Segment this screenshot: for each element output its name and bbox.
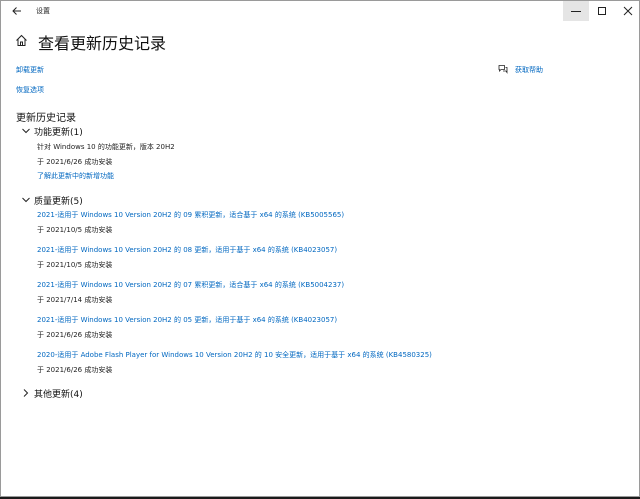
uninstall-updates-link[interactable]: 卸载更新 — [16, 65, 44, 75]
feature-update-status: 于 2021/6/26 成功安装 — [37, 158, 113, 166]
minimize-button[interactable] — [563, 1, 589, 21]
title-bar: 设置 — [1, 1, 639, 23]
quality-update-status: 于 2021/10/5 成功安装 — [37, 261, 113, 269]
quality-update-status: 于 2021/10/5 成功安装 — [37, 226, 113, 234]
maximize-button[interactable] — [589, 1, 615, 21]
maximize-icon — [598, 7, 606, 15]
minimize-icon — [571, 11, 581, 12]
other-updates-label: 其他更新(4) — [34, 390, 83, 400]
get-help-link[interactable]: 获取帮助 — [515, 65, 543, 75]
back-button[interactable] — [9, 3, 25, 19]
quality-update-link[interactable]: 2020-适用于 Adobe Flash Player for Windows … — [37, 350, 432, 360]
close-icon — [623, 6, 633, 16]
learn-more-link[interactable]: 了解此更新中的新增功能 — [37, 171, 114, 181]
chevron-down-icon — [22, 197, 30, 203]
update-history-title: 更新历史记录 — [16, 113, 76, 124]
recovery-options-link[interactable]: 恢复选项 — [16, 85, 44, 95]
feature-updates-label: 功能更新(1) — [34, 128, 83, 138]
home-icon[interactable] — [15, 34, 28, 47]
close-button[interactable] — [615, 1, 639, 21]
quality-update-link[interactable]: 2021-适用于 Windows 10 Version 20H2 的 07 累积… — [37, 280, 344, 290]
quality-update-link[interactable]: 2021-适用于 Windows 10 Version 20H2 的 08 更新… — [37, 245, 337, 255]
page-title: 查看更新历史记录 — [38, 34, 167, 53]
quality-update-status: 于 2021/6/26 成功安装 — [37, 331, 113, 339]
feature-update-name: 针对 Windows 10 的功能更新，版本 20H2 — [37, 143, 175, 151]
quality-update-link[interactable]: 2021-适用于 Windows 10 Version 20H2 的 05 更新… — [37, 315, 337, 325]
window-title: 设置 — [36, 7, 50, 15]
quality-update-status: 于 2021/7/14 成功安装 — [37, 296, 113, 304]
settings-window: 设置 查看更新历史记录 卸载更新 恢复选项 获取帮助 更新历史记录 功能更新(1… — [0, 0, 640, 497]
chevron-right-icon — [23, 389, 29, 397]
quality-updates-label: 质量更新(5) — [34, 197, 83, 207]
chat-help-icon — [498, 65, 508, 74]
arrow-left-icon — [12, 7, 21, 15]
quality-update-link[interactable]: 2021-适用于 Windows 10 Version 20H2 的 09 累积… — [37, 210, 344, 220]
quality-update-status: 于 2021/6/26 成功安装 — [37, 366, 113, 374]
chevron-down-icon — [22, 128, 30, 134]
